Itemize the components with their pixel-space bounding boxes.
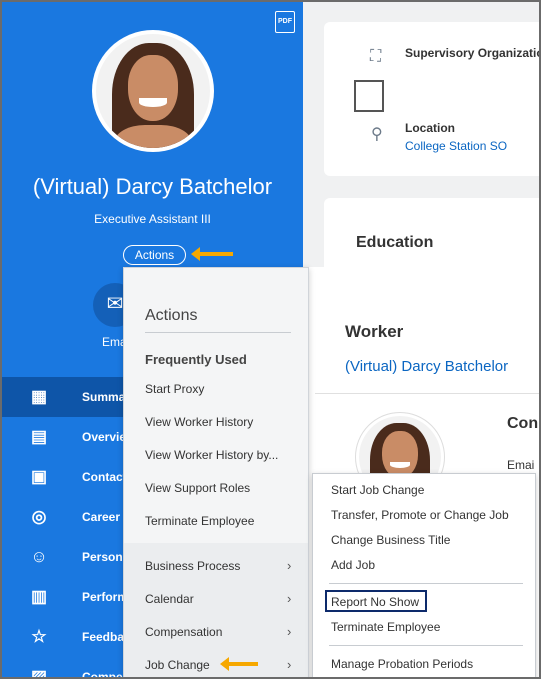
app-window: PDF (Virtual) Darcy Batchelor Executive …: [0, 0, 541, 679]
menu-item-business-process[interactable]: Business Process: [145, 559, 240, 573]
submenu-item-change-business-title[interactable]: Change Business Title: [331, 533, 450, 547]
location-pin-icon: ⚲: [371, 126, 383, 143]
sidebar-item-label: Contact: [82, 470, 127, 484]
sidebar-item-label: Career: [82, 510, 121, 524]
menu-item-view-worker-history-by[interactable]: View Worker History by...: [145, 448, 278, 462]
avatar-photo: [96, 34, 210, 148]
menu-item-calendar[interactable]: Calendar: [145, 592, 194, 606]
chevron-right-icon: ›: [287, 591, 292, 606]
placeholder-checkbox: [354, 80, 384, 112]
org-chart-icon: ⛶: [370, 48, 382, 65]
target-icon: ◎: [31, 507, 47, 526]
supervisory-org-label: Supervisory Organization: [405, 46, 541, 60]
document-icon: ▤: [30, 427, 48, 446]
profile-avatar: [92, 30, 214, 152]
star-icon: ☆: [31, 627, 47, 646]
location-link[interactable]: College Station SO: [405, 139, 507, 153]
contact-heading: Con: [507, 415, 539, 432]
submenu-item-transfer-promote[interactable]: Transfer, Promote or Change Job: [331, 508, 509, 522]
chart-icon: ▨: [30, 667, 48, 679]
chevron-right-icon: ›: [287, 558, 292, 573]
chevron-right-icon: ›: [287, 657, 292, 672]
submenu-item-terminate-employee[interactable]: Terminate Employee: [331, 620, 440, 634]
submenu-item-manage-probation[interactable]: Manage Probation Periods: [331, 657, 473, 671]
menu-item-start-proxy[interactable]: Start Proxy: [145, 382, 204, 396]
clipboard-icon: ▥: [30, 587, 48, 606]
frequently-used-heading: Frequently Used: [145, 352, 247, 367]
actions-menu-heading: Actions: [145, 307, 198, 324]
menu-item-compensation[interactable]: Compensation: [145, 625, 222, 639]
divider: [329, 583, 523, 584]
grid-icon: ▦: [30, 387, 48, 406]
contact-card-icon: ▣: [30, 467, 48, 486]
worker-email-label: Emai: [507, 458, 535, 472]
submenu-item-start-job-change[interactable]: Start Job Change: [331, 483, 424, 497]
organization-card: ⛶ Supervisory Organization ⚲ Location Co…: [324, 22, 541, 176]
menu-item-job-change[interactable]: Job Change: [145, 658, 210, 672]
submenu-item-report-no-show[interactable]: Report No Show: [331, 595, 419, 609]
actions-menu: Actions Frequently Used Start Proxy View…: [123, 267, 309, 677]
profile-job-title: Executive Assistant III: [94, 212, 211, 226]
person-icon: ☺: [30, 547, 48, 566]
menu-item-terminate-employee[interactable]: Terminate Employee: [145, 514, 254, 528]
arrow-pointer-actions: [191, 247, 233, 261]
education-card: Education: [324, 198, 539, 278]
job-change-submenu: Start Job Change Transfer, Promote or Ch…: [312, 473, 536, 677]
divider: [315, 393, 539, 394]
divider: [145, 332, 291, 333]
actions-button[interactable]: Actions: [123, 245, 186, 265]
menu-item-view-worker-history[interactable]: View Worker History: [145, 415, 253, 429]
worker-name-link[interactable]: (Virtual) Darcy Batchelor: [345, 358, 508, 375]
submenu-item-add-job[interactable]: Add Job: [331, 558, 375, 572]
divider: [329, 645, 523, 646]
arrow-pointer-job-change: [220, 657, 258, 671]
worker-title: Worker: [345, 322, 404, 341]
pdf-export-icon[interactable]: PDF: [275, 11, 295, 33]
chevron-right-icon: ›: [287, 624, 292, 639]
education-title: Education: [356, 234, 434, 251]
profile-name: (Virtual) Darcy Batchelor: [32, 174, 273, 199]
location-label: Location: [405, 121, 455, 135]
menu-item-view-support-roles[interactable]: View Support Roles: [145, 481, 250, 495]
